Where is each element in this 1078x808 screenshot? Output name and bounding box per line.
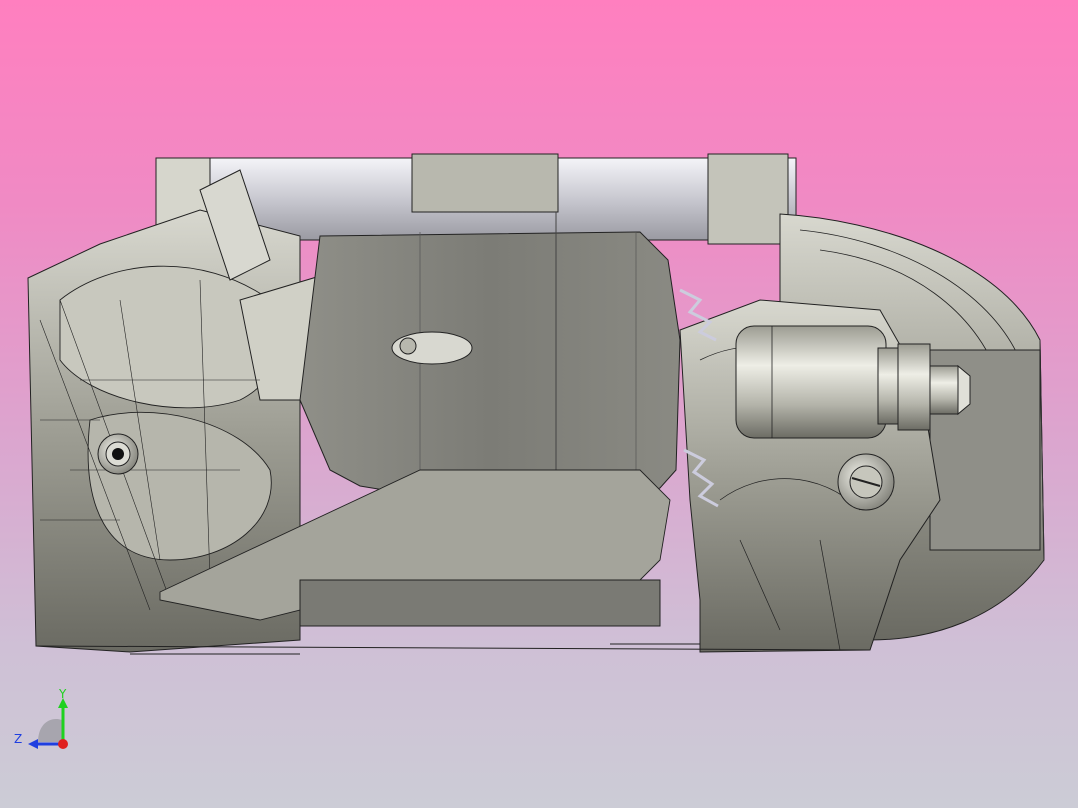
orientation-triad[interactable]: Y Z [10,684,80,754]
mounting-bolt[interactable] [837,453,895,511]
caliper-3d-model[interactable] [0,0,1078,808]
y-axis-label: Y [59,687,67,701]
z-axis-label: Z [14,732,23,746]
graphics-viewport[interactable]: Y Z [0,0,1078,808]
